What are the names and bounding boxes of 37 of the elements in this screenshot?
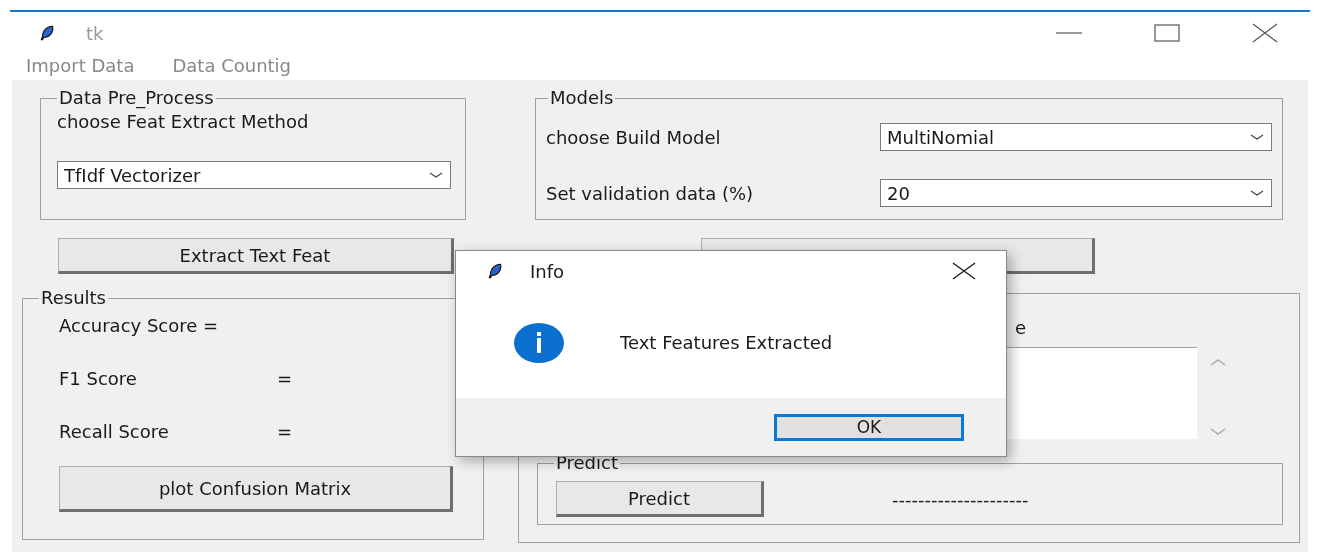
dialog-title: Info — [530, 259, 565, 284]
dropdown[interactable]: TfIdf Vectorizer — [57, 161, 451, 189]
score-label: Recall Score — [59, 420, 170, 444]
dialog-message: Text Features Extracted — [620, 331, 833, 355]
minimize-icon[interactable] — [1056, 31, 1082, 35]
method-label: choose Feat Extract Method — [57, 111, 310, 133]
maximize-icon[interactable] — [1154, 24, 1180, 42]
model-label: choose Build Model — [546, 125, 721, 150]
chevron-down-icon — [428, 170, 444, 180]
close-icon[interactable] — [1252, 23, 1278, 43]
chevron-down-icon — [1249, 188, 1265, 198]
menu-item[interactable]: Data Countig — [172, 51, 292, 79]
feather-icon — [486, 262, 504, 280]
score-label: F1 Score — [59, 367, 138, 391]
output-title: e — [1015, 316, 1027, 340]
scroll-down-icon[interactable] — [1209, 427, 1227, 437]
equals-sign: = — [277, 367, 293, 391]
scroll-up-icon[interactable] — [1209, 357, 1227, 367]
dropdown[interactable]: 20 — [880, 179, 1272, 207]
model-label: Set validation data (%) — [546, 181, 754, 206]
score-label: Accuracy Score = — [59, 314, 220, 338]
dropdown[interactable]: MultiNomial — [880, 123, 1272, 151]
menu-item[interactable]: Import Data — [26, 51, 135, 79]
feather-icon — [38, 24, 56, 42]
extract-button[interactable]: Extract Text Feat — [58, 238, 454, 274]
window-title: tk — [86, 21, 104, 46]
info-icon — [514, 322, 564, 363]
chevron-down-icon — [1249, 132, 1265, 142]
ok-button[interactable]: OK — [774, 413, 964, 441]
predict-button[interactable]: Predict — [556, 481, 764, 517]
prediction-result: --------------------- — [892, 487, 1029, 512]
equals-sign: = — [277, 420, 293, 444]
confusion-matrix-button[interactable]: plot Confusion Matrix — [59, 466, 453, 512]
dropdown-value: MultiNomial — [887, 125, 995, 150]
dropdown-value: 20 — [887, 181, 910, 206]
close-icon[interactable] — [952, 262, 976, 280]
dropdown-value: TfIdf Vectorizer — [64, 163, 201, 188]
